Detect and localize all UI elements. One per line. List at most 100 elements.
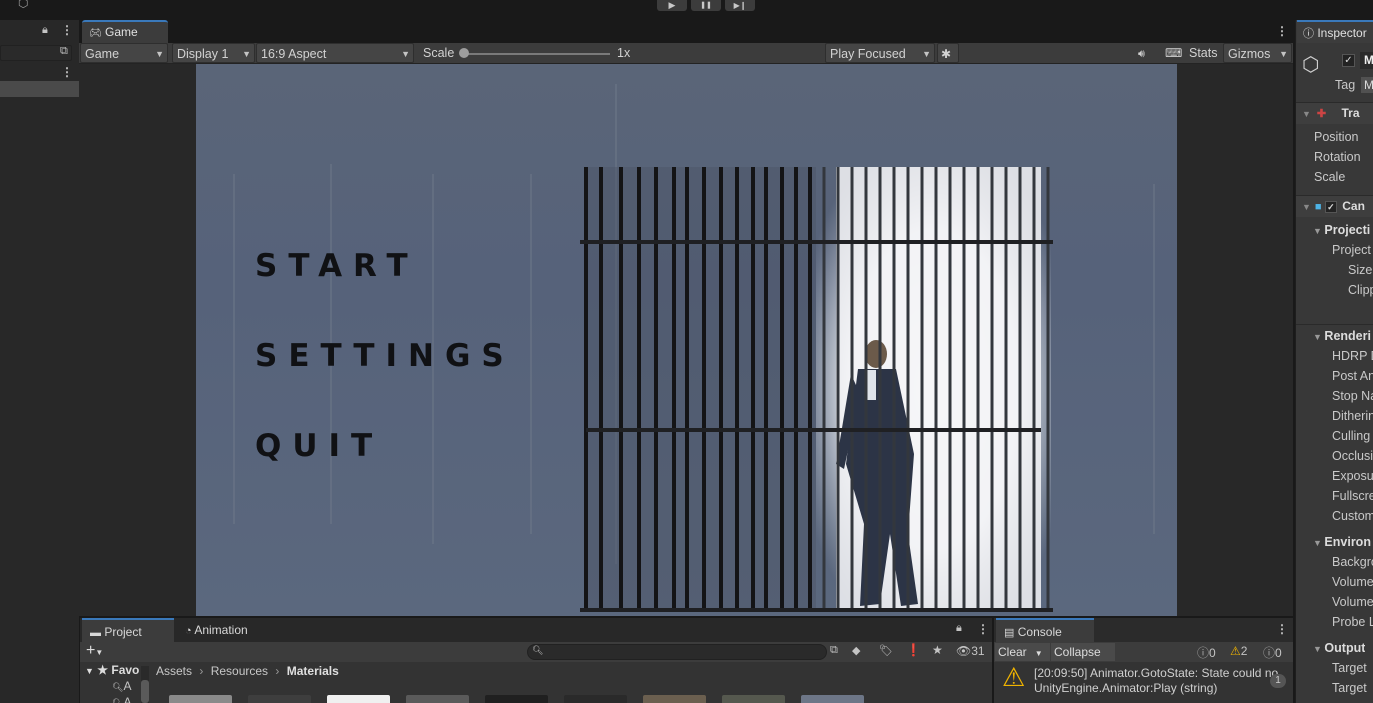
render-row: Custom bbox=[1332, 509, 1373, 523]
stats-button[interactable]: Stats bbox=[1185, 43, 1218, 63]
menu-quit[interactable]: QUIT bbox=[255, 428, 383, 464]
gizmos-label: Gizmos bbox=[1228, 47, 1271, 61]
menu-settings[interactable]: SETTINGS bbox=[255, 338, 515, 374]
log-count-badge: 1 bbox=[1270, 674, 1286, 688]
top-toolbar: ⬡ ▶ ❚❚ ▶❙ bbox=[0, 0, 1373, 18]
asset-thumb[interactable] bbox=[564, 695, 627, 703]
render-row: Post An bbox=[1332, 369, 1373, 383]
camera-enabled-checkbox[interactable]: ✓ bbox=[1324, 200, 1337, 213]
hierarchy-selected-row[interactable] bbox=[0, 81, 79, 97]
section-output[interactable]: ▼ Output bbox=[1313, 641, 1365, 655]
chevron-right-icon: › bbox=[275, 664, 280, 678]
chevron-down-icon: ▼ bbox=[242, 49, 251, 59]
bug-toggle[interactable]: ✱ bbox=[937, 43, 959, 63]
tab-console[interactable]: ▤ Console bbox=[996, 618, 1094, 642]
object-name-field[interactable]: M bbox=[1360, 52, 1373, 69]
console-log-row[interactable]: ⚠ [20:09:50] Animator.GotoState: State c… bbox=[994, 662, 1293, 703]
tab-inspector[interactable]: ⓘ Inspector bbox=[1297, 20, 1373, 43]
section-title: Environ bbox=[1324, 535, 1371, 549]
more-icon[interactable]: ⋮ bbox=[1276, 622, 1288, 636]
asset-thumb[interactable] bbox=[406, 695, 469, 703]
asset-thumb[interactable] bbox=[327, 695, 390, 703]
breadcrumb-materials[interactable]: Materials bbox=[287, 664, 339, 678]
warning-icon: ⚠ bbox=[1002, 662, 1026, 692]
search-by-scene-icon[interactable]: ⧉ bbox=[830, 644, 838, 657]
game-render[interactable]: START SETTINGS QUIT bbox=[196, 64, 1177, 616]
lock-icon[interactable]: 🔒︎ bbox=[42, 24, 48, 37]
more-icon[interactable]: ⋮ bbox=[977, 622, 989, 636]
info-filter-toggle[interactable]: ⓘ0 bbox=[1197, 644, 1216, 661]
tree-item[interactable]: 🔍︎A bbox=[112, 695, 131, 703]
display-select[interactable]: Display 1 ▼ bbox=[172, 43, 255, 63]
project-search-input[interactable]: 🔍︎ bbox=[527, 644, 827, 660]
play-button[interactable]: ▶ bbox=[657, 0, 687, 11]
aspect-select[interactable]: 16:9 Aspect ▼ bbox=[256, 43, 414, 63]
play-mode-select[interactable]: Play Focused ▼ bbox=[825, 43, 935, 63]
bug-icon: ✱ bbox=[941, 47, 952, 61]
menu-start[interactable]: START bbox=[255, 248, 419, 284]
section-environment[interactable]: ▼ Environ bbox=[1313, 535, 1371, 549]
tab-project[interactable]: ▬ Project bbox=[82, 618, 174, 642]
foldout-arrow-icon: ▼ bbox=[1313, 538, 1325, 548]
log-types-icon[interactable]: ❗ bbox=[906, 643, 921, 657]
clock-icon: ◔ bbox=[185, 625, 192, 637]
asset-thumb[interactable] bbox=[169, 695, 232, 703]
pause-button[interactable]: ❚❚ bbox=[691, 0, 721, 11]
search-icon: 🔍︎ bbox=[112, 682, 124, 692]
more-icon-2[interactable]: ⋮ bbox=[61, 65, 73, 79]
active-checkbox[interactable]: ✓ bbox=[1342, 54, 1355, 67]
info-count: 0 bbox=[1209, 646, 1216, 660]
asset-thumb[interactable] bbox=[801, 695, 864, 703]
asset-thumb[interactable] bbox=[248, 695, 311, 703]
section-rendering[interactable]: ▼ Renderi bbox=[1313, 329, 1371, 343]
output-row: Target bbox=[1332, 661, 1367, 675]
search-icon: 🔍︎ bbox=[532, 645, 544, 655]
transform-scale: Scale bbox=[1314, 170, 1346, 184]
error-count: 0 bbox=[1275, 646, 1282, 660]
mute-audio-button[interactable]: 🔊︎ bbox=[1134, 43, 1145, 63]
warning-filter-toggle[interactable]: ⚠2 bbox=[1230, 644, 1247, 658]
error-filter-toggle[interactable]: ⓘ0 bbox=[1263, 644, 1282, 661]
tree-item[interactable]: 🔍︎A bbox=[112, 679, 131, 693]
tab-game[interactable]: 🎮︎ Game bbox=[82, 20, 168, 43]
collapse-button[interactable]: Collapse bbox=[1051, 643, 1115, 661]
tag-select[interactable]: M bbox=[1361, 77, 1373, 93]
unity-logo-icon[interactable]: ⬡ bbox=[18, 0, 28, 10]
hierarchy-panel: 🔒︎ ⋮ ⧉ ⋮ bbox=[0, 20, 79, 703]
filter-by-label-icon[interactable]: 🏷︎ bbox=[879, 644, 893, 657]
section-projection[interactable]: ▼ Projecti bbox=[1313, 223, 1370, 237]
filter-by-type-icon[interactable]: ◆ bbox=[852, 644, 860, 657]
hidden-packages-toggle[interactable]: 👁︎31 bbox=[956, 644, 985, 658]
asset-thumb[interactable] bbox=[485, 695, 548, 703]
view-select[interactable]: Game ▼ bbox=[80, 43, 168, 63]
section-title: Renderi bbox=[1324, 329, 1371, 343]
clear-button[interactable]: Clear ▼ bbox=[995, 643, 1050, 661]
aspect-label: 16:9 Aspect bbox=[261, 47, 327, 61]
lock-icon[interactable]: 🔒︎ bbox=[956, 622, 962, 635]
scale-slider-handle[interactable] bbox=[459, 48, 469, 58]
info-icon: ⓘ bbox=[1303, 28, 1314, 40]
gizmos-button[interactable]: Gizmos ▼ bbox=[1223, 43, 1292, 63]
scene-view-icon[interactable]: ⧉ bbox=[60, 45, 68, 58]
favorites-item[interactable]: ▼ ★ Favo bbox=[85, 663, 139, 677]
breadcrumb-resources[interactable]: Resources bbox=[211, 664, 268, 678]
tree-scrollbar[interactable] bbox=[141, 666, 149, 703]
section-divider bbox=[1296, 324, 1373, 325]
game-more-icon[interactable]: ⋮ bbox=[1276, 24, 1288, 38]
step-button[interactable]: ▶❙ bbox=[725, 0, 755, 11]
create-add-button[interactable]: +▼ bbox=[86, 642, 103, 660]
tab-animation[interactable]: ◔ Animation bbox=[177, 618, 269, 642]
favorites-star-icon[interactable]: ★ bbox=[932, 643, 943, 657]
more-icon[interactable]: ⋮ bbox=[61, 23, 73, 37]
env-row: Probe L bbox=[1332, 615, 1373, 629]
breadcrumb-assets[interactable]: Assets bbox=[156, 664, 192, 678]
asset-thumb[interactable] bbox=[643, 695, 706, 703]
shortcuts-button[interactable]: ⌨ bbox=[1161, 43, 1182, 63]
output-row: Target bbox=[1332, 681, 1367, 695]
transform-header[interactable]: ▼ ✚ Tra bbox=[1296, 102, 1373, 124]
scale-slider-track[interactable] bbox=[464, 53, 610, 55]
chevron-down-icon: ▼ bbox=[155, 49, 164, 59]
camera-header[interactable]: ▼ ■ ✓ Can bbox=[1296, 195, 1373, 217]
foldout-arrow-icon: ▼ bbox=[1302, 202, 1311, 212]
asset-thumb[interactable] bbox=[722, 695, 785, 703]
